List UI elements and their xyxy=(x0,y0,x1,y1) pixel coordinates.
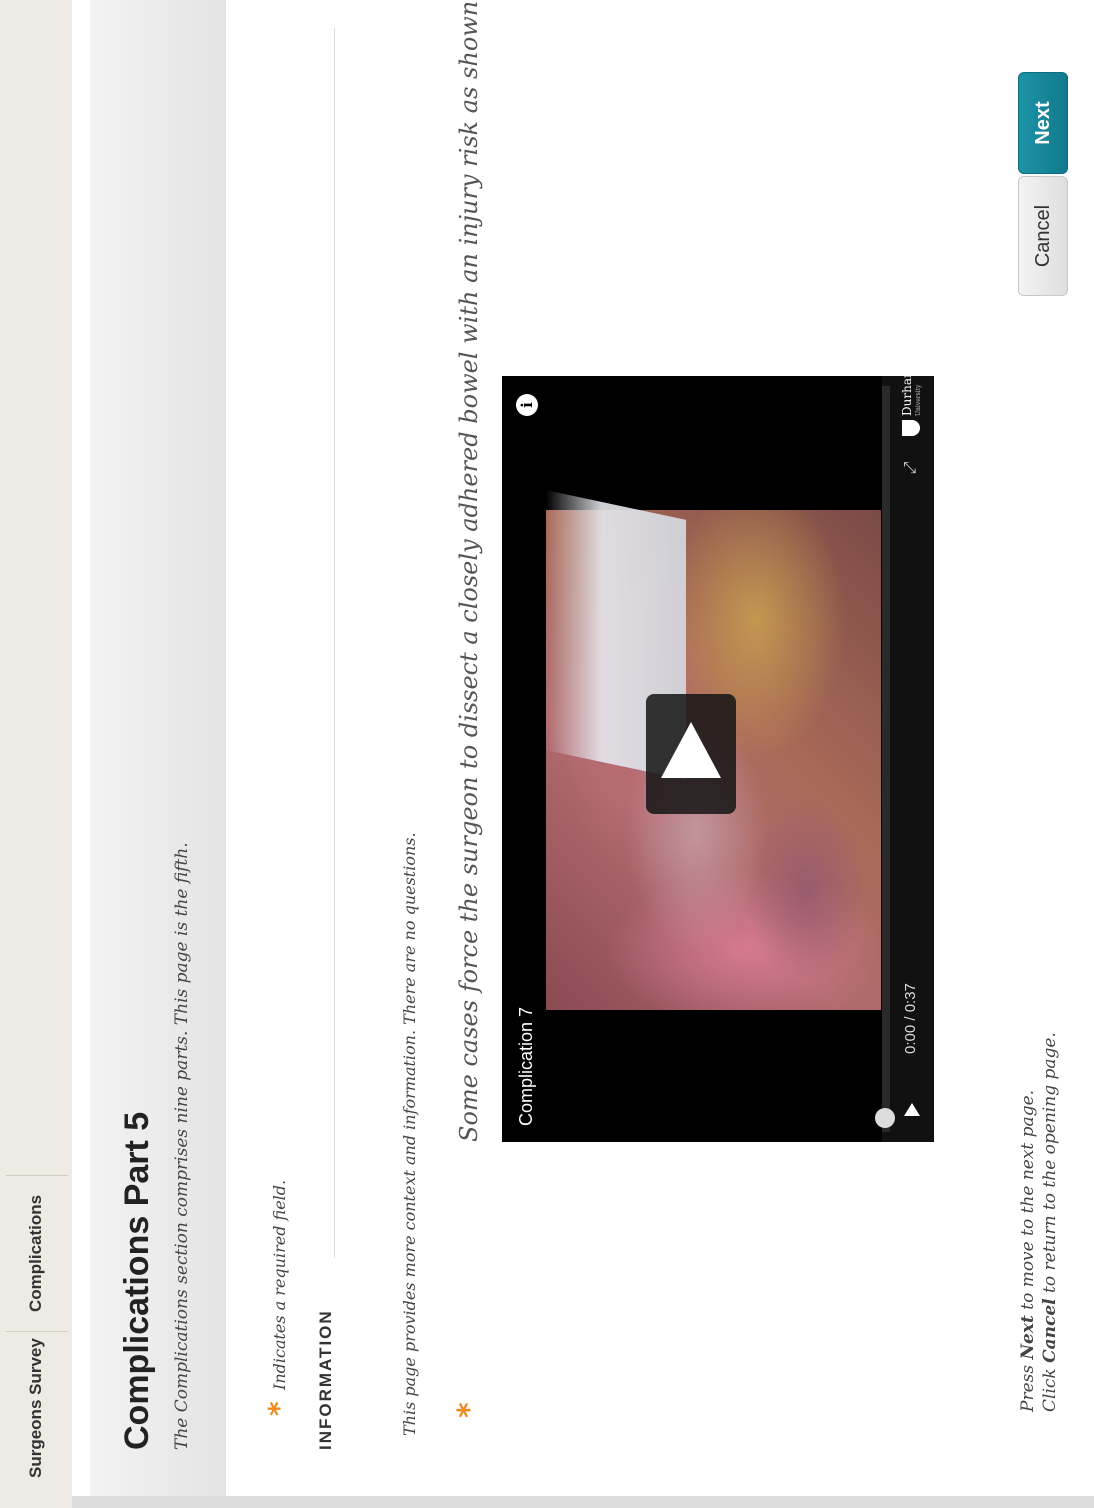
required-star-icon: * xyxy=(452,1402,487,1418)
page-edge xyxy=(72,1496,1094,1508)
fullscreen-icon[interactable]: ⤢ xyxy=(900,458,920,478)
info-icon[interactable]: i xyxy=(516,394,538,416)
page-header xyxy=(90,0,226,1496)
video-controls: 0:00 / 0:37 ⤢ Durham University xyxy=(875,376,934,1142)
breadcrumb-divider xyxy=(6,1175,68,1176)
page-title: Complications Part 5 xyxy=(118,1111,156,1450)
time-readout: 0:00 / 0:37 xyxy=(902,983,919,1054)
video-progress[interactable] xyxy=(875,386,895,1132)
breadcrumb: Surgeons Survey Complications xyxy=(0,0,72,1508)
footer-text: to return to the opening page. xyxy=(1040,1032,1060,1299)
play-icon-small[interactable] xyxy=(904,1103,920,1116)
play-button[interactable] xyxy=(646,694,736,814)
footer-text: Press xyxy=(1018,1359,1038,1412)
required-note: Indicates a required field. xyxy=(270,1179,289,1390)
page: Surgeons Survey Complications Complicati… xyxy=(0,0,1094,1508)
question-text: Some cases force the surgeon to dissect … xyxy=(455,0,483,1142)
footer-bold: Next xyxy=(1018,1315,1038,1360)
breadcrumb-surgeons-survey[interactable]: Surgeons Survey xyxy=(0,1338,72,1478)
durham-logo: Durham University xyxy=(896,376,926,436)
footer-text: to move to the next page. xyxy=(1018,1089,1038,1316)
footer-bold: Cancel xyxy=(1040,1298,1060,1363)
logo-name: Durham xyxy=(900,376,914,416)
section-divider xyxy=(334,28,335,1258)
duration: / 0:37 xyxy=(902,983,919,1021)
scrubber-handle[interactable] xyxy=(875,1108,895,1128)
footer-line-next: Press Next to move to the next page. xyxy=(1018,1090,1038,1412)
cancel-button[interactable]: Cancel xyxy=(1018,176,1068,296)
video-player[interactable]: Complication 7 i 0:00 / 0:37 ⤢ Durham Un… xyxy=(502,376,934,1142)
breadcrumb-divider xyxy=(6,1331,68,1332)
footer-text: Click xyxy=(1040,1362,1060,1412)
current-time: 0:00 xyxy=(902,1024,919,1054)
info-text: This page provides more context and info… xyxy=(400,832,419,1436)
video-title: Complication 7 xyxy=(516,1006,536,1126)
page-subtitle: The Complications section comprises nine… xyxy=(172,842,192,1450)
required-star-icon: * xyxy=(262,1401,295,1416)
play-icon xyxy=(661,722,721,778)
section-heading: INFORMATION xyxy=(316,1309,335,1450)
next-button[interactable]: Next xyxy=(1018,72,1068,174)
footer-line-cancel: Click Cancel to return to the opening pa… xyxy=(1040,1032,1060,1412)
shield-icon xyxy=(902,420,920,436)
logo-sub: University xyxy=(915,384,922,416)
breadcrumb-complications[interactable]: Complications xyxy=(0,1195,72,1312)
